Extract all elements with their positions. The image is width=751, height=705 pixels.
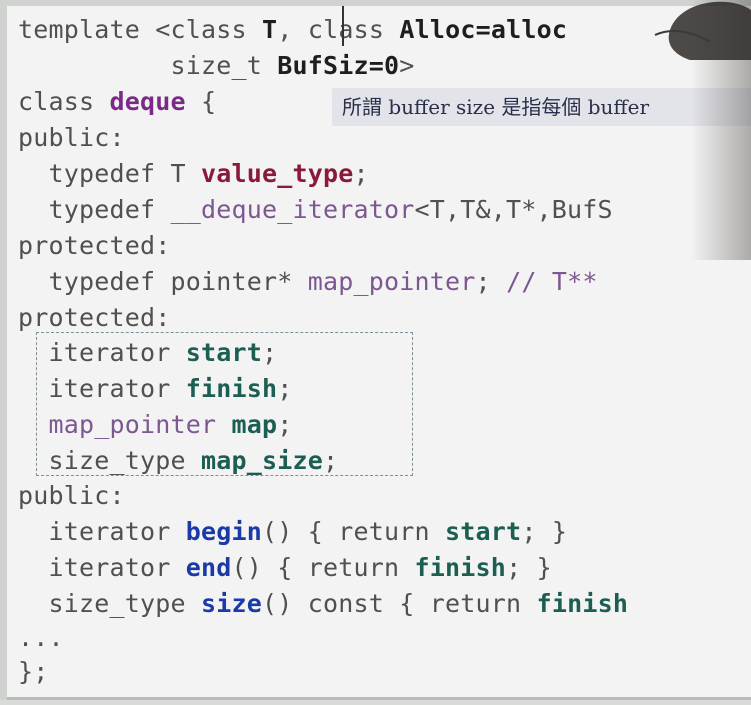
code-token: typedef	[18, 195, 171, 224]
code-token: ; }	[506, 553, 552, 582]
code-line-begin: iterator begin() { return start; }	[18, 514, 567, 550]
code-token: class	[307, 15, 400, 44]
code-token: () { return	[231, 553, 415, 582]
code-token: finish	[414, 553, 507, 582]
text-cursor	[342, 6, 344, 46]
code-line-size: size_type size() const { return finish	[18, 586, 628, 622]
code-token: <T,T&,T*,BufS	[414, 195, 613, 224]
code-line-end: iterator end() { return finish; }	[18, 550, 552, 586]
code-line-map-pointer: typedef pointer* map_pointer; // T**	[18, 264, 598, 300]
code-line-start: iterator start;	[18, 335, 278, 371]
code-token: >	[399, 51, 415, 80]
code-line-bufsiz: size_t BufSiz=0>	[18, 48, 415, 84]
code-token: template <class	[18, 15, 263, 44]
code-line-finish: iterator finish;	[18, 371, 293, 407]
code-token: size_t	[18, 51, 278, 80]
code-line-ellipsis: ...	[18, 623, 64, 652]
code-token: __deque_iterator	[170, 195, 415, 224]
code-line-iterator-typedef: typedef __deque_iterator<T,T&,T*,BufS	[18, 192, 613, 228]
code-token: iterator	[18, 553, 186, 582]
code-line-public-2: public:	[18, 481, 125, 510]
code-token: finish	[185, 374, 278, 403]
code-token: size_type	[18, 446, 202, 475]
slide-top-border	[0, 0, 751, 6]
code-line-template: template <class T, class Alloc=alloc	[18, 12, 567, 48]
code-token: BufSiz=0	[277, 51, 400, 80]
code-token: Alloc=alloc	[399, 15, 568, 44]
code-token: ;	[277, 410, 293, 439]
presenter-head-silhouette	[654, 1, 751, 60]
code-token: ;	[353, 159, 369, 188]
code-line-protected-2: protected:	[18, 303, 171, 332]
code-token: class	[18, 87, 110, 116]
code-token: () { return	[262, 517, 446, 546]
code-token: ;	[262, 338, 278, 367]
subtitle-caption: 所謂 buffer size 是指每個 buffer	[332, 88, 751, 126]
code-token: ;	[277, 374, 293, 403]
code-token: map_size	[201, 446, 324, 475]
code-line-close: };	[18, 657, 49, 686]
code-token: map	[231, 410, 278, 439]
code-token: ;	[323, 446, 339, 475]
code-line-value-type: typedef T value_type;	[18, 156, 369, 192]
code-token: typedef T	[18, 159, 202, 188]
code-token: () const { return	[262, 589, 537, 618]
code-line-protected: protected:	[18, 231, 171, 260]
code-token: end	[185, 553, 232, 582]
code-token: finish	[536, 589, 629, 618]
code-token: typedef pointer*	[18, 267, 308, 296]
code-token: map_pointer	[307, 267, 476, 296]
code-line-map-size: size_type map_size;	[18, 443, 339, 479]
code-line-map: map_pointer map;	[18, 407, 293, 443]
code-token: size	[201, 589, 263, 618]
code-token: iterator	[18, 374, 186, 403]
code-token: start	[445, 517, 522, 546]
code-line-class: class deque {	[18, 84, 216, 120]
slide-left-border	[0, 0, 7, 700]
code-token: iterator	[18, 517, 186, 546]
code-token: value_type	[201, 159, 354, 188]
code-token: ;	[475, 267, 507, 296]
code-token: deque	[109, 87, 186, 116]
code-token: T	[262, 15, 278, 44]
code-line-public: public:	[18, 123, 125, 152]
code-token: ,	[277, 15, 308, 44]
code-token: iterator	[18, 338, 186, 367]
code-token: ; }	[521, 517, 568, 546]
code-token: size_type	[18, 589, 202, 618]
code-token: map_pointer	[18, 410, 232, 439]
code-token: {	[185, 87, 217, 116]
code-token: start	[185, 338, 263, 367]
code-comment: // T**	[506, 267, 598, 296]
code-token: begin	[185, 517, 263, 546]
